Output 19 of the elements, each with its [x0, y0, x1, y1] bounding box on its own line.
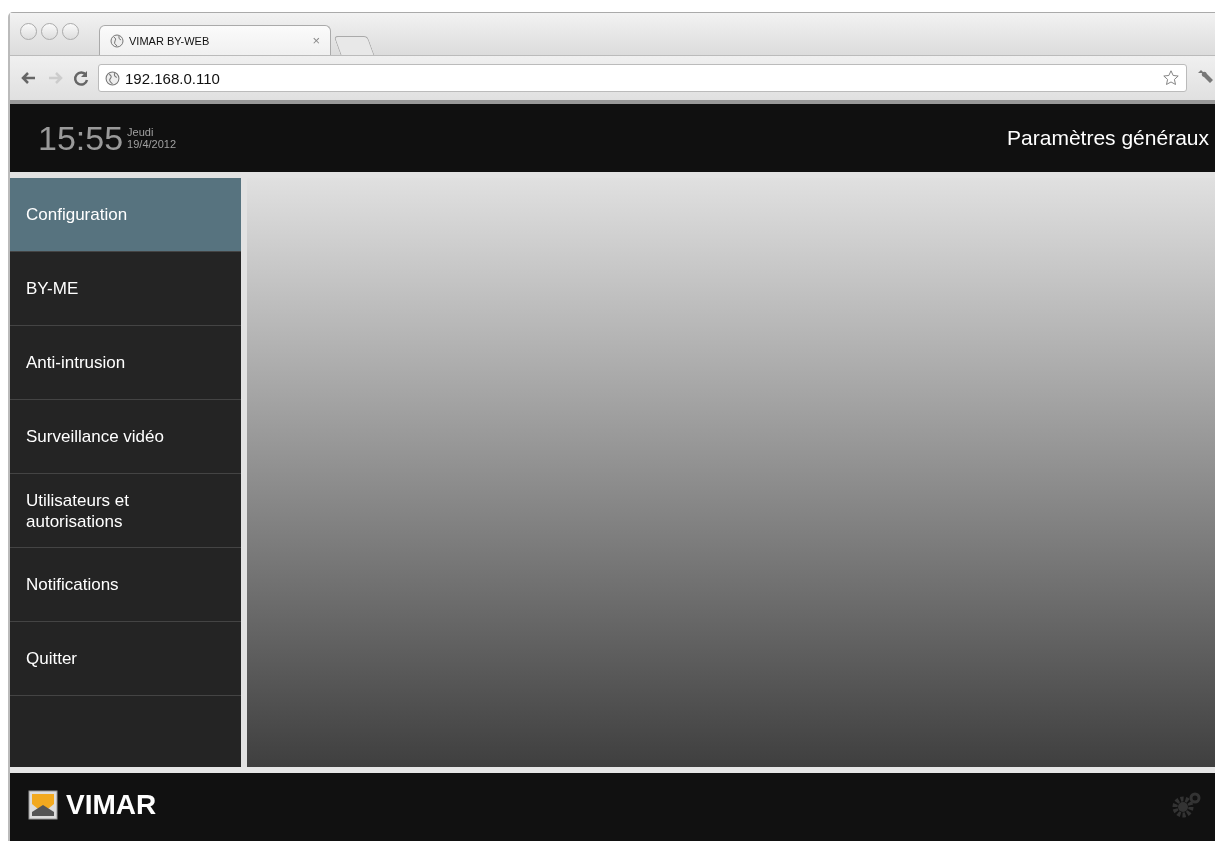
globe-icon [105, 70, 120, 86]
reload-icon[interactable] [72, 69, 90, 87]
window-button[interactable] [41, 22, 58, 40]
new-tab-button[interactable] [333, 36, 375, 55]
window-button[interactable] [62, 22, 79, 40]
window-button[interactable] [20, 22, 37, 40]
star-icon[interactable] [1162, 69, 1180, 87]
logo-icon [28, 789, 58, 820]
page-title: Paramètres généraux [1007, 126, 1209, 150]
weekday: Jeudi [127, 126, 155, 138]
brand-name: VIMAR [66, 788, 157, 821]
browser-tab[interactable]: VIMAR BY-WEB × [99, 25, 331, 55]
globe-icon [110, 33, 124, 48]
sidebar-item[interactable]: Configuration [10, 178, 241, 252]
address-field[interactable]: 192.168.0.110 [98, 64, 1187, 92]
date: 19/4/2012 [127, 138, 177, 150]
gear-icon[interactable] [1171, 791, 1201, 818]
clock-time: 15:55 [38, 118, 124, 158]
tab-title: VIMAR BY-WEB [129, 34, 211, 47]
